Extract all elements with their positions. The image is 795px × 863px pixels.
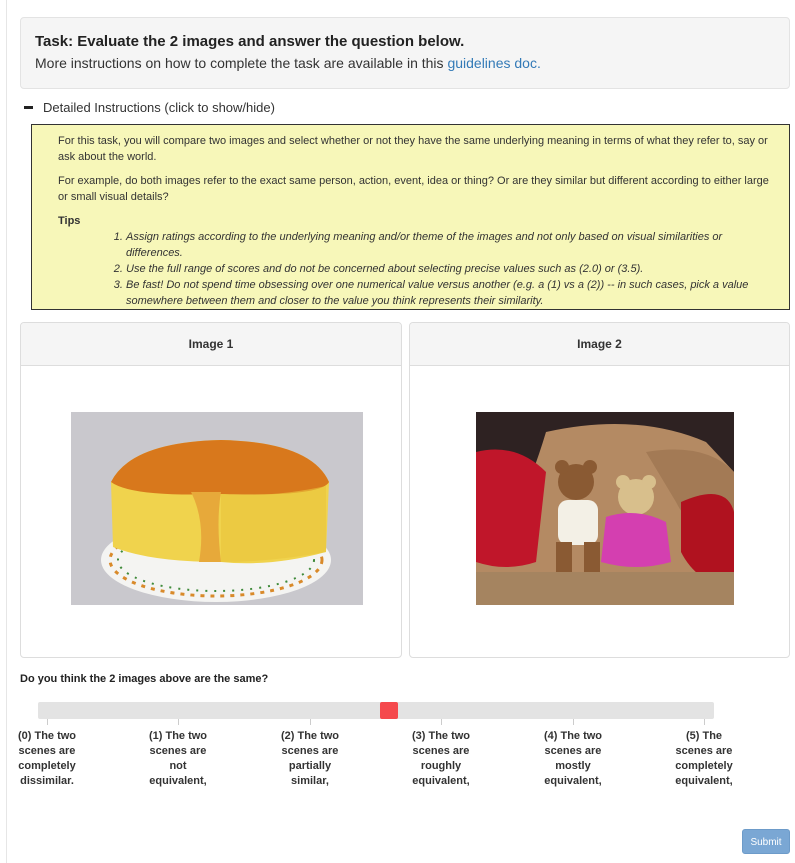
slider-tick [310, 719, 311, 725]
instructions-paragraph-1: For this task, you will compare two imag… [58, 135, 768, 163]
scale-label-1: (1) The two scenes are not equivalent, [148, 730, 208, 787]
submit-button[interactable]: Submit [742, 829, 790, 854]
instructions-panel: For this task, you will compare two imag… [31, 124, 790, 310]
page-left-border [6, 0, 7, 863]
image-1-cake-photo [71, 412, 363, 605]
instructions-toggle-label: Detailed Instructions (click to show/hid… [43, 100, 275, 115]
image-1-panel: Image 1 [20, 322, 402, 658]
image-2-label: Image 2 [410, 323, 789, 366]
scale-label-0: (0) The two scenes are completely dissim… [17, 730, 77, 787]
image-1-label: Image 1 [21, 323, 401, 366]
scale-label-3: (3) The two scenes are roughly equivalen… [411, 730, 471, 787]
similarity-slider-track[interactable] [38, 702, 714, 719]
similarity-question: Do you think the 2 images above are the … [20, 673, 269, 685]
slider-tick [573, 719, 574, 725]
tip-item: Be fast! Do not spend time obsessing ove… [126, 277, 775, 309]
minus-icon [24, 106, 33, 109]
image-2-panel: Image 2 [409, 322, 790, 658]
task-subtitle-text: More instructions on how to complete the… [35, 55, 448, 71]
instructions-toggle[interactable]: Detailed Instructions (click to show/hid… [24, 100, 275, 115]
tips-list: Assign ratings according to the underlyi… [58, 229, 775, 309]
tips-heading: Tips [58, 215, 81, 227]
task-header: Task: Evaluate the 2 images and answer t… [20, 17, 790, 89]
similarity-slider-handle[interactable] [380, 702, 398, 719]
slider-tick [178, 719, 179, 725]
tip-item: Use the full range of scores and do not … [126, 261, 775, 277]
scale-label-5: (5) The scenes are completely equivalent… [675, 730, 733, 787]
scale-label-2: (2) The two scenes are partially similar… [280, 730, 340, 787]
scale-label-4: (4) The two scenes are mostly equivalent… [543, 730, 603, 787]
slider-tick [47, 719, 48, 725]
tip-item: Assign ratings according to the underlyi… [126, 229, 775, 261]
image-2-teddy-bears-photo [476, 412, 734, 605]
instructions-paragraph-2: For example, do both images refer to the… [58, 175, 769, 203]
guidelines-link[interactable]: guidelines doc. [447, 55, 540, 71]
task-subtitle: More instructions on how to complete the… [35, 53, 775, 73]
slider-tick [704, 719, 705, 725]
task-title: Task: Evaluate the 2 images and answer t… [35, 33, 465, 50]
slider-tick [441, 719, 442, 725]
